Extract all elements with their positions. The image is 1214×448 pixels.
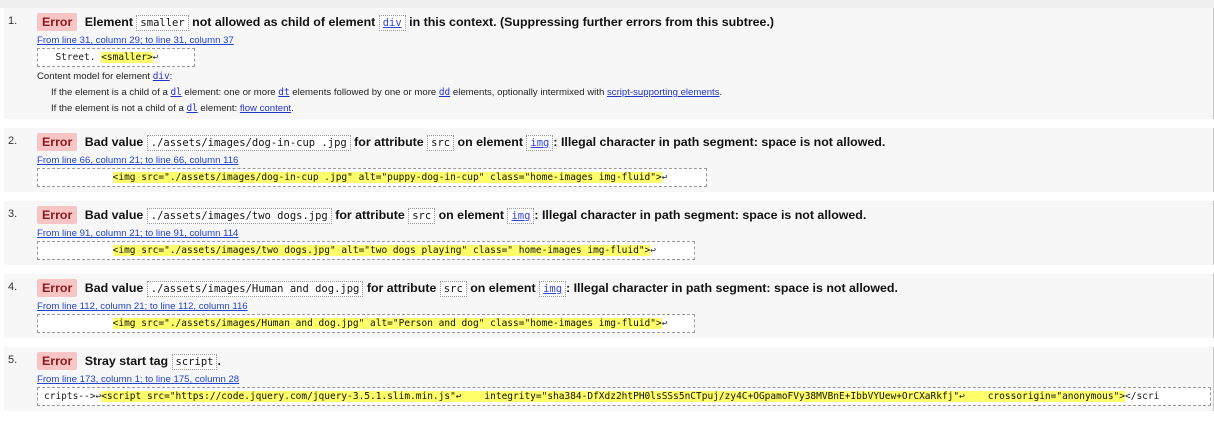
error-badge: Error bbox=[37, 133, 78, 151]
error-number: 3. bbox=[8, 208, 18, 220]
element-name-code: smaller bbox=[136, 15, 189, 31]
code-extract: <img src="./assets/images/dog-in-cup .jp… bbox=[37, 168, 707, 187]
error-item: 4. Error Bad value ./assets/images/Human… bbox=[4, 274, 1214, 338]
highlighted-code: <img src="./assets/images/dog-in-cup .jp… bbox=[112, 172, 662, 183]
bad-value-code: ./assets/images/two dogs.jpg bbox=[146, 208, 332, 224]
highlighted-code: <script src="https://code.jquery.com/jqu… bbox=[101, 391, 1125, 402]
code-extract: <img src="./assets/images/two dogs.jpg" … bbox=[37, 241, 695, 260]
error-number: 5. bbox=[8, 354, 18, 366]
results-top-bar bbox=[0, 0, 1214, 8]
location-link[interactable]: From line 173, column 1; to line 175, co… bbox=[37, 374, 239, 385]
error-number: 4. bbox=[8, 281, 18, 293]
content-model-rule-dl: If the element is a child of a dl elemen… bbox=[51, 87, 723, 98]
bad-value-code: ./assets/images/dog-in-cup .jpg bbox=[146, 135, 351, 151]
error-item: 5. Error Stray start tag script. From li… bbox=[4, 347, 1214, 411]
img-spec-link[interactable]: img bbox=[539, 281, 567, 297]
img-spec-link[interactable]: img bbox=[526, 135, 554, 151]
error-message: Error Bad value ./assets/images/two dogs… bbox=[37, 205, 1207, 226]
tag-name-code: script bbox=[171, 354, 218, 370]
location-link[interactable]: From line 31, column 29; to line 31, col… bbox=[37, 35, 234, 46]
error-item: 1. Error Element smaller not allowed as … bbox=[4, 8, 1214, 119]
error-message: Error Bad value ./assets/images/Human an… bbox=[37, 278, 1207, 299]
highlighted-code: <img src="./assets/images/Human and dog.… bbox=[112, 318, 662, 329]
script-supporting-link[interactable]: script-supporting elements bbox=[607, 87, 720, 98]
code-extract: Street. <smaller>↩ bbox=[37, 48, 195, 67]
message-text: not allowed as child of element bbox=[188, 15, 379, 29]
error-number: 2. bbox=[8, 135, 18, 147]
attribute-code: src bbox=[439, 281, 467, 297]
code-extract: <img src="./assets/images/Human and dog.… bbox=[37, 314, 695, 333]
location-link[interactable]: From line 112, column 21; to line 112, c… bbox=[37, 301, 248, 312]
message-text: Element bbox=[84, 15, 137, 29]
attribute-code: src bbox=[408, 208, 436, 224]
div-spec-link[interactable]: div bbox=[153, 71, 170, 82]
code-extract: cripts-->↩<script src="https://code.jque… bbox=[37, 387, 1211, 406]
content-model: Content model for element div: If the el… bbox=[37, 71, 1207, 114]
dt-spec-link[interactable]: dt bbox=[278, 87, 289, 98]
highlighted-code: <img src="./assets/images/two dogs.jpg" … bbox=[112, 245, 651, 256]
error-message: Error Element smaller not allowed as chi… bbox=[37, 12, 1207, 33]
message-text: in this context. (Suppressing further er… bbox=[405, 15, 775, 29]
error-badge: Error bbox=[37, 206, 78, 224]
dl-spec-link[interactable]: dl bbox=[170, 87, 181, 98]
dd-spec-link[interactable]: dd bbox=[439, 87, 450, 98]
error-item: 2. Error Bad value ./assets/images/dog-i… bbox=[4, 128, 1214, 192]
error-item: 3. Error Bad value ./assets/images/two d… bbox=[4, 201, 1214, 265]
highlighted-code: <smaller> bbox=[101, 52, 153, 63]
error-list: 1. Error Element smaller not allowed as … bbox=[0, 8, 1214, 411]
error-badge: Error bbox=[37, 352, 78, 370]
bad-value-code: ./assets/images/Human and dog.jpg bbox=[146, 281, 364, 297]
attribute-code: src bbox=[427, 135, 455, 151]
error-number: 1. bbox=[8, 15, 18, 27]
dl-spec-link[interactable]: dl bbox=[186, 103, 197, 114]
parent-element-link[interactable]: div bbox=[378, 15, 406, 31]
error-message: Error Bad value ./assets/images/dog-in-c… bbox=[37, 132, 1207, 153]
error-badge: Error bbox=[37, 279, 78, 297]
location-link[interactable]: From line 91, column 21; to line 91, col… bbox=[37, 228, 238, 239]
location-link[interactable]: From line 66, column 21; to line 66, col… bbox=[37, 155, 238, 166]
img-spec-link[interactable]: img bbox=[507, 208, 535, 224]
flow-content-link[interactable]: flow content bbox=[240, 103, 291, 114]
error-badge: Error bbox=[37, 13, 78, 31]
content-model-rule-not-dl: If the element is not a child of a dl el… bbox=[51, 103, 294, 114]
error-message: Error Stray start tag script. bbox=[37, 351, 1207, 372]
